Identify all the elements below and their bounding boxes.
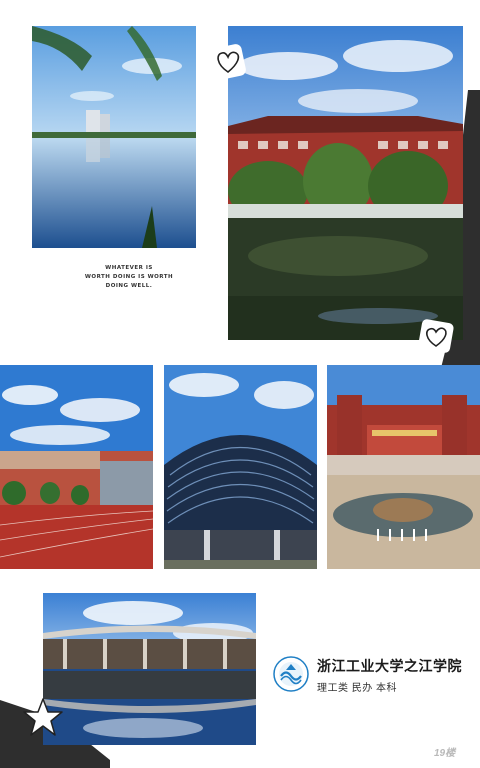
campus-fountain-photo bbox=[327, 365, 480, 569]
school-subtitle: 理工类 民办 本科 bbox=[317, 683, 398, 694]
heart-icon bbox=[210, 44, 246, 80]
school-logo-icon bbox=[273, 656, 309, 692]
lake-photo bbox=[32, 26, 196, 248]
round-building-photo bbox=[164, 365, 317, 569]
running-track-photo bbox=[0, 365, 153, 569]
watermark-logo: 19楼 bbox=[434, 748, 456, 759]
quote-line: DOING WELL. bbox=[105, 283, 153, 289]
quote-line: WORTH DOING IS WORTH bbox=[84, 274, 174, 280]
building-lake-photo bbox=[228, 26, 463, 340]
arc-building-photo bbox=[43, 593, 256, 745]
school-name: 浙江工业大学之江学院 bbox=[317, 658, 462, 674]
quote-text: WHATEVER IS WORTH DOING IS WORTH DOING W… bbox=[74, 264, 184, 291]
heart-icon bbox=[418, 319, 454, 353]
star-icon bbox=[23, 698, 63, 736]
quote-line: WHATEVER IS bbox=[105, 265, 153, 271]
